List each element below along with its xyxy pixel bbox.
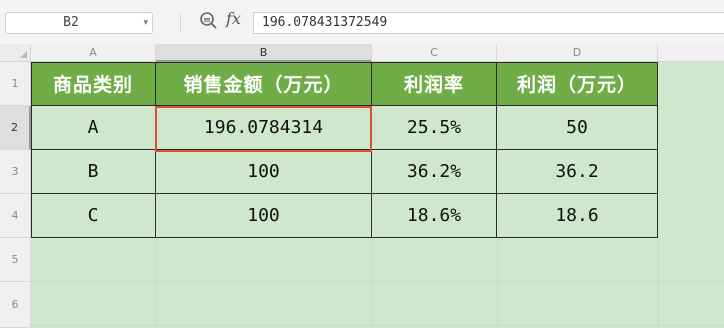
cell-d3[interactable]: 36.2 bbox=[497, 150, 658, 194]
chevron-down-icon[interactable]: ▾ bbox=[143, 13, 148, 33]
gridline bbox=[658, 238, 659, 328]
cell-d2[interactable]: 50 bbox=[497, 106, 658, 150]
formula-input[interactable]: 196.078431372549 bbox=[253, 12, 724, 34]
formula-bar-divider bbox=[180, 14, 181, 32]
cell-c3[interactable]: 36.2% bbox=[372, 150, 497, 194]
column-header-d[interactable]: D bbox=[497, 44, 658, 62]
cell-c2[interactable]: 25.5% bbox=[372, 106, 497, 150]
select-all-icon bbox=[20, 51, 27, 58]
formula-bar: B2 ▾ fx 196.078431372549 bbox=[0, 0, 724, 44]
row-header-4[interactable]: 4 bbox=[0, 194, 31, 238]
cell-a3[interactable]: B bbox=[31, 150, 156, 194]
select-all-corner[interactable] bbox=[0, 44, 31, 62]
header-cell-profit[interactable]: 利润（万元） bbox=[497, 62, 658, 106]
cell-b3[interactable]: 100 bbox=[156, 150, 372, 194]
gridline bbox=[31, 281, 724, 282]
formula-value: 196.078431372549 bbox=[262, 15, 388, 30]
header-cell-margin[interactable]: 利润率 bbox=[372, 62, 497, 106]
cell-d4[interactable]: 18.6 bbox=[497, 194, 658, 238]
name-box[interactable]: B2 ▾ bbox=[5, 12, 153, 34]
row-header-5[interactable]: 5 bbox=[0, 238, 31, 282]
cell-b4[interactable]: 100 bbox=[156, 194, 372, 238]
row-header-3[interactable]: 3 bbox=[0, 150, 31, 194]
active-cell-highlight bbox=[155, 106, 372, 152]
column-header-a[interactable]: A bbox=[31, 44, 156, 62]
cell-c4[interactable]: 18.6% bbox=[372, 194, 497, 238]
cell-a4[interactable]: C bbox=[31, 194, 156, 238]
header-cell-category[interactable]: 商品类别 bbox=[31, 62, 156, 106]
column-header-c[interactable]: C bbox=[372, 44, 497, 62]
column-header-b[interactable]: B bbox=[156, 44, 372, 62]
row-header-2[interactable]: 2 bbox=[0, 106, 31, 150]
magnifier-zoom-icon[interactable] bbox=[199, 11, 219, 35]
gridline bbox=[497, 238, 498, 328]
gridline bbox=[156, 238, 157, 328]
name-box-value: B2 bbox=[63, 15, 79, 30]
row-header-1[interactable]: 1 bbox=[0, 62, 31, 106]
gridline bbox=[372, 238, 373, 328]
row-header-6[interactable]: 6 bbox=[0, 282, 31, 328]
function-fx-icon[interactable]: fx bbox=[226, 9, 241, 28]
header-cell-sales[interactable]: 销售金额（万元） bbox=[156, 62, 372, 106]
cell-a2[interactable]: A bbox=[31, 106, 156, 150]
gridline bbox=[31, 325, 724, 326]
